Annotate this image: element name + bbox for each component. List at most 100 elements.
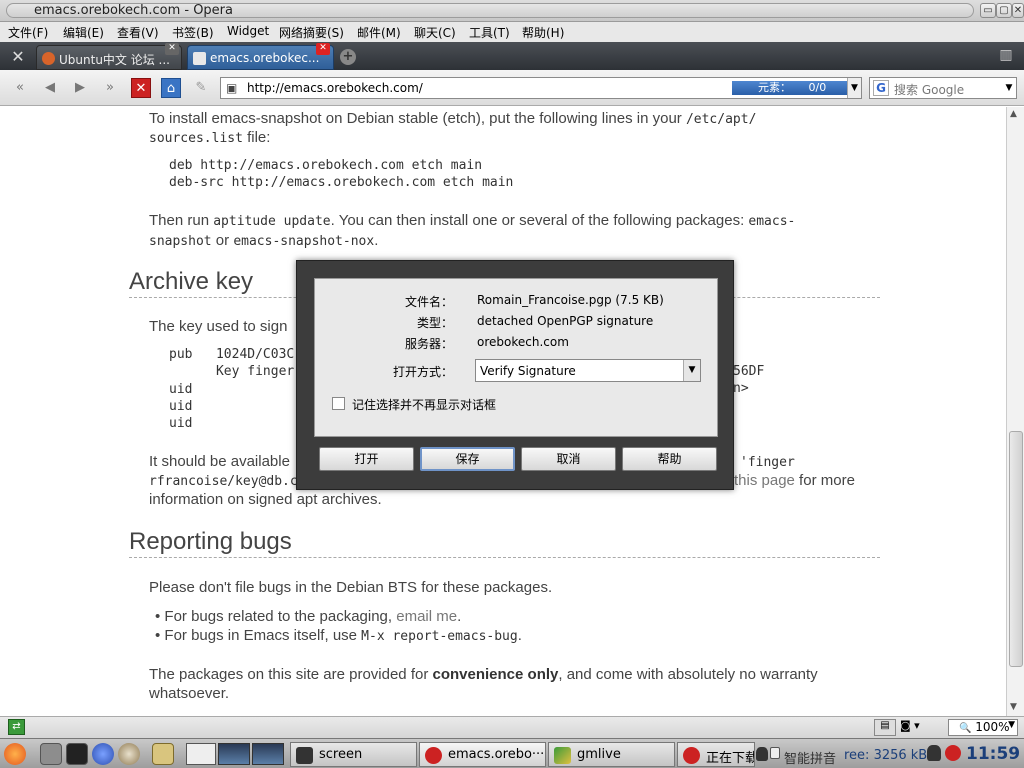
url-text[interactable]: http://emacs.orebokech.com/ (247, 81, 423, 95)
scroll-up-icon[interactable]: ▲ (1010, 109, 1017, 119)
opera-tray-icon[interactable] (945, 745, 961, 761)
menu-edit[interactable]: 编辑(E) (63, 24, 104, 41)
maximize-button[interactable]: ▢ (996, 3, 1012, 18)
gnu-icon[interactable] (118, 743, 140, 765)
tab-close-icon[interactable]: ✕ (316, 43, 330, 55)
open-button[interactable]: 打开 (319, 447, 414, 471)
menu-file[interactable]: 文件(F) (8, 24, 48, 41)
bullet-packaging: • For bugs related to the packaging, ema… (155, 608, 462, 625)
window-title: emacs.orebokech.com - Opera (34, 3, 233, 18)
filename-value: Romain_Francoise.pgp (7.5 KB) (477, 293, 664, 307)
new-tab-icon[interactable]: + (340, 49, 356, 65)
task-gmlive[interactable]: gmlive (548, 742, 675, 767)
forward-icon[interactable]: ▶ (70, 78, 90, 98)
edit-icon[interactable]: ✎ (191, 78, 211, 98)
workspace-1[interactable] (186, 743, 216, 765)
close-window-button[interactable]: ✕ (1012, 3, 1024, 18)
qq-icon[interactable] (756, 747, 768, 761)
menu-bar: 文件(F) 编辑(E) 查看(V) 书签(B) Widget 网络摘要(S) 邮… (0, 22, 1024, 42)
email-me-link[interactable]: email me (396, 608, 457, 625)
start-menu-icon[interactable] (4, 743, 26, 765)
lock-icon[interactable] (770, 747, 780, 759)
taskbar: screen emacs.orebo··· gmlive 正在下载 智能拼音 r… (0, 738, 1024, 768)
gmlive-icon (554, 747, 571, 764)
chevron-down-icon[interactable]: ▼ (1008, 720, 1015, 730)
workspace-3[interactable] (252, 743, 284, 765)
available-text: It should be available (149, 453, 290, 470)
finger-code: 'finger (740, 455, 795, 470)
trash-icon[interactable]: ▥ (998, 47, 1014, 65)
reporting-intro: Please don't file bugs in the Debian BTS… (149, 579, 553, 596)
scroll-down-icon[interactable]: ▼ (1010, 702, 1017, 712)
speed-dial-icon[interactable]: ⇄ (8, 719, 25, 735)
menu-view[interactable]: 查看(V) (117, 24, 159, 41)
ime-indicator[interactable]: 智能拼音 (784, 748, 836, 767)
tab-label: Ubuntu中文 论坛 ... (59, 53, 170, 67)
server-value: orebokech.com (477, 335, 569, 349)
chevron-down-icon[interactable]: ▼ (683, 360, 700, 381)
save-button[interactable]: 保存 (420, 447, 515, 471)
bullet-emacs: • For bugs in Emacs itself, use M-x repo… (155, 627, 522, 644)
scroll-thumb[interactable] (1009, 431, 1023, 667)
back-icon[interactable]: ◀ (40, 78, 60, 98)
folder-icon[interactable] (40, 743, 62, 765)
terminal-icon[interactable] (66, 743, 88, 765)
finger-address: rfrancoise/key@db.c (149, 474, 298, 489)
ubuntu-icon (42, 52, 55, 65)
search-placeholder: 搜索 Google (894, 83, 965, 97)
rewind-icon[interactable]: « (10, 78, 30, 98)
search-box[interactable]: G 搜索 Google ▼ (869, 77, 1017, 99)
elements-indicator: 元素： 0/0 (732, 81, 848, 95)
minimize-button[interactable]: ▭ (980, 3, 996, 18)
task-downloading[interactable]: 正在下载 (677, 742, 755, 767)
type-value: detached OpenPGP signature (477, 314, 654, 328)
google-icon: G (873, 80, 889, 96)
menu-bookmarks[interactable]: 书签(B) (172, 24, 214, 41)
tab-emacs[interactable]: emacs.orebokec... (187, 45, 334, 70)
address-dropdown-icon[interactable]: ▼ (847, 78, 861, 98)
help-button[interactable]: 帮助 (622, 447, 717, 471)
menu-widget[interactable]: Widget (227, 24, 269, 38)
task-emacs-opera[interactable]: emacs.orebo··· (419, 742, 546, 767)
tab-label: emacs.orebokec... (210, 51, 320, 65)
deb-lines: deb http://emacs.orebokech.com etch main… (169, 158, 514, 190)
task-screen[interactable]: screen (290, 742, 417, 767)
stop-icon[interactable]: ✕ (131, 78, 151, 98)
convenience-text: The packages on this site are provided f… (149, 666, 818, 683)
tools-icon[interactable]: ✕ (8, 47, 28, 67)
image-viewer-icon[interactable] (152, 743, 174, 765)
workspace-2[interactable] (218, 743, 250, 765)
browser-icon[interactable] (92, 743, 114, 765)
menu-tools[interactable]: 工具(T) (469, 24, 510, 41)
home-icon[interactable]: ⌂ (161, 78, 181, 98)
menu-help[interactable]: 帮助(H) (522, 24, 564, 41)
dialog-panel: 文件名： Romain_Francoise.pgp (7.5 KB) 类型： d… (314, 278, 718, 437)
vertical-scrollbar[interactable]: ▲ ▼ (1006, 107, 1024, 716)
cancel-button[interactable]: 取消 (521, 447, 616, 471)
this-page-link[interactable]: this page (734, 472, 795, 489)
panel-toggle-icon[interactable]: ▤ (874, 719, 896, 736)
zoom-select[interactable]: 🔍 100% ▼ (948, 719, 1018, 736)
menu-feeds[interactable]: 网络摘要(S) (279, 24, 344, 41)
clock[interactable]: 11:59 (966, 744, 1020, 764)
menu-mail[interactable]: 邮件(M) (357, 24, 401, 41)
menu-chat[interactable]: 聊天(C) (414, 24, 456, 41)
qq-tray-icon[interactable] (927, 745, 941, 761)
then-run-text-2: snapshot or emacs-snapshot-nox. (149, 232, 379, 249)
tab-ubuntu-forum[interactable]: Ubuntu中文 论坛 ... (36, 45, 182, 70)
remember-checkbox[interactable] (332, 397, 345, 410)
convenience-text-2: whatsoever. (149, 685, 230, 702)
this-page-text: this page for more (734, 472, 855, 489)
server-label: 服务器： (404, 337, 453, 351)
free-memory-text: ree: 3256 kB (844, 748, 928, 763)
intro-text: To install emacs-snapshot on Debian stab… (149, 110, 757, 127)
remember-label: 记住选择并不再显示对话框 (352, 398, 497, 412)
fast-forward-icon[interactable]: » (100, 78, 120, 98)
search-dropdown-icon[interactable]: ▼ (1002, 78, 1016, 98)
camera-icon[interactable]: ◙ ▾ (900, 719, 930, 736)
address-bar[interactable]: ▣ http://emacs.orebokech.com/ 元素： 0/0 ▼ (220, 77, 862, 99)
open-with-select[interactable]: Verify Signature ▼ (475, 359, 701, 382)
tab-bar: ✕ Ubuntu中文 论坛 ... ✕ emacs.orebokec... ✕ … (0, 42, 1024, 70)
signed-archives-text: information on signed apt archives. (149, 491, 382, 508)
tab-close-icon[interactable]: ✕ (165, 43, 179, 55)
